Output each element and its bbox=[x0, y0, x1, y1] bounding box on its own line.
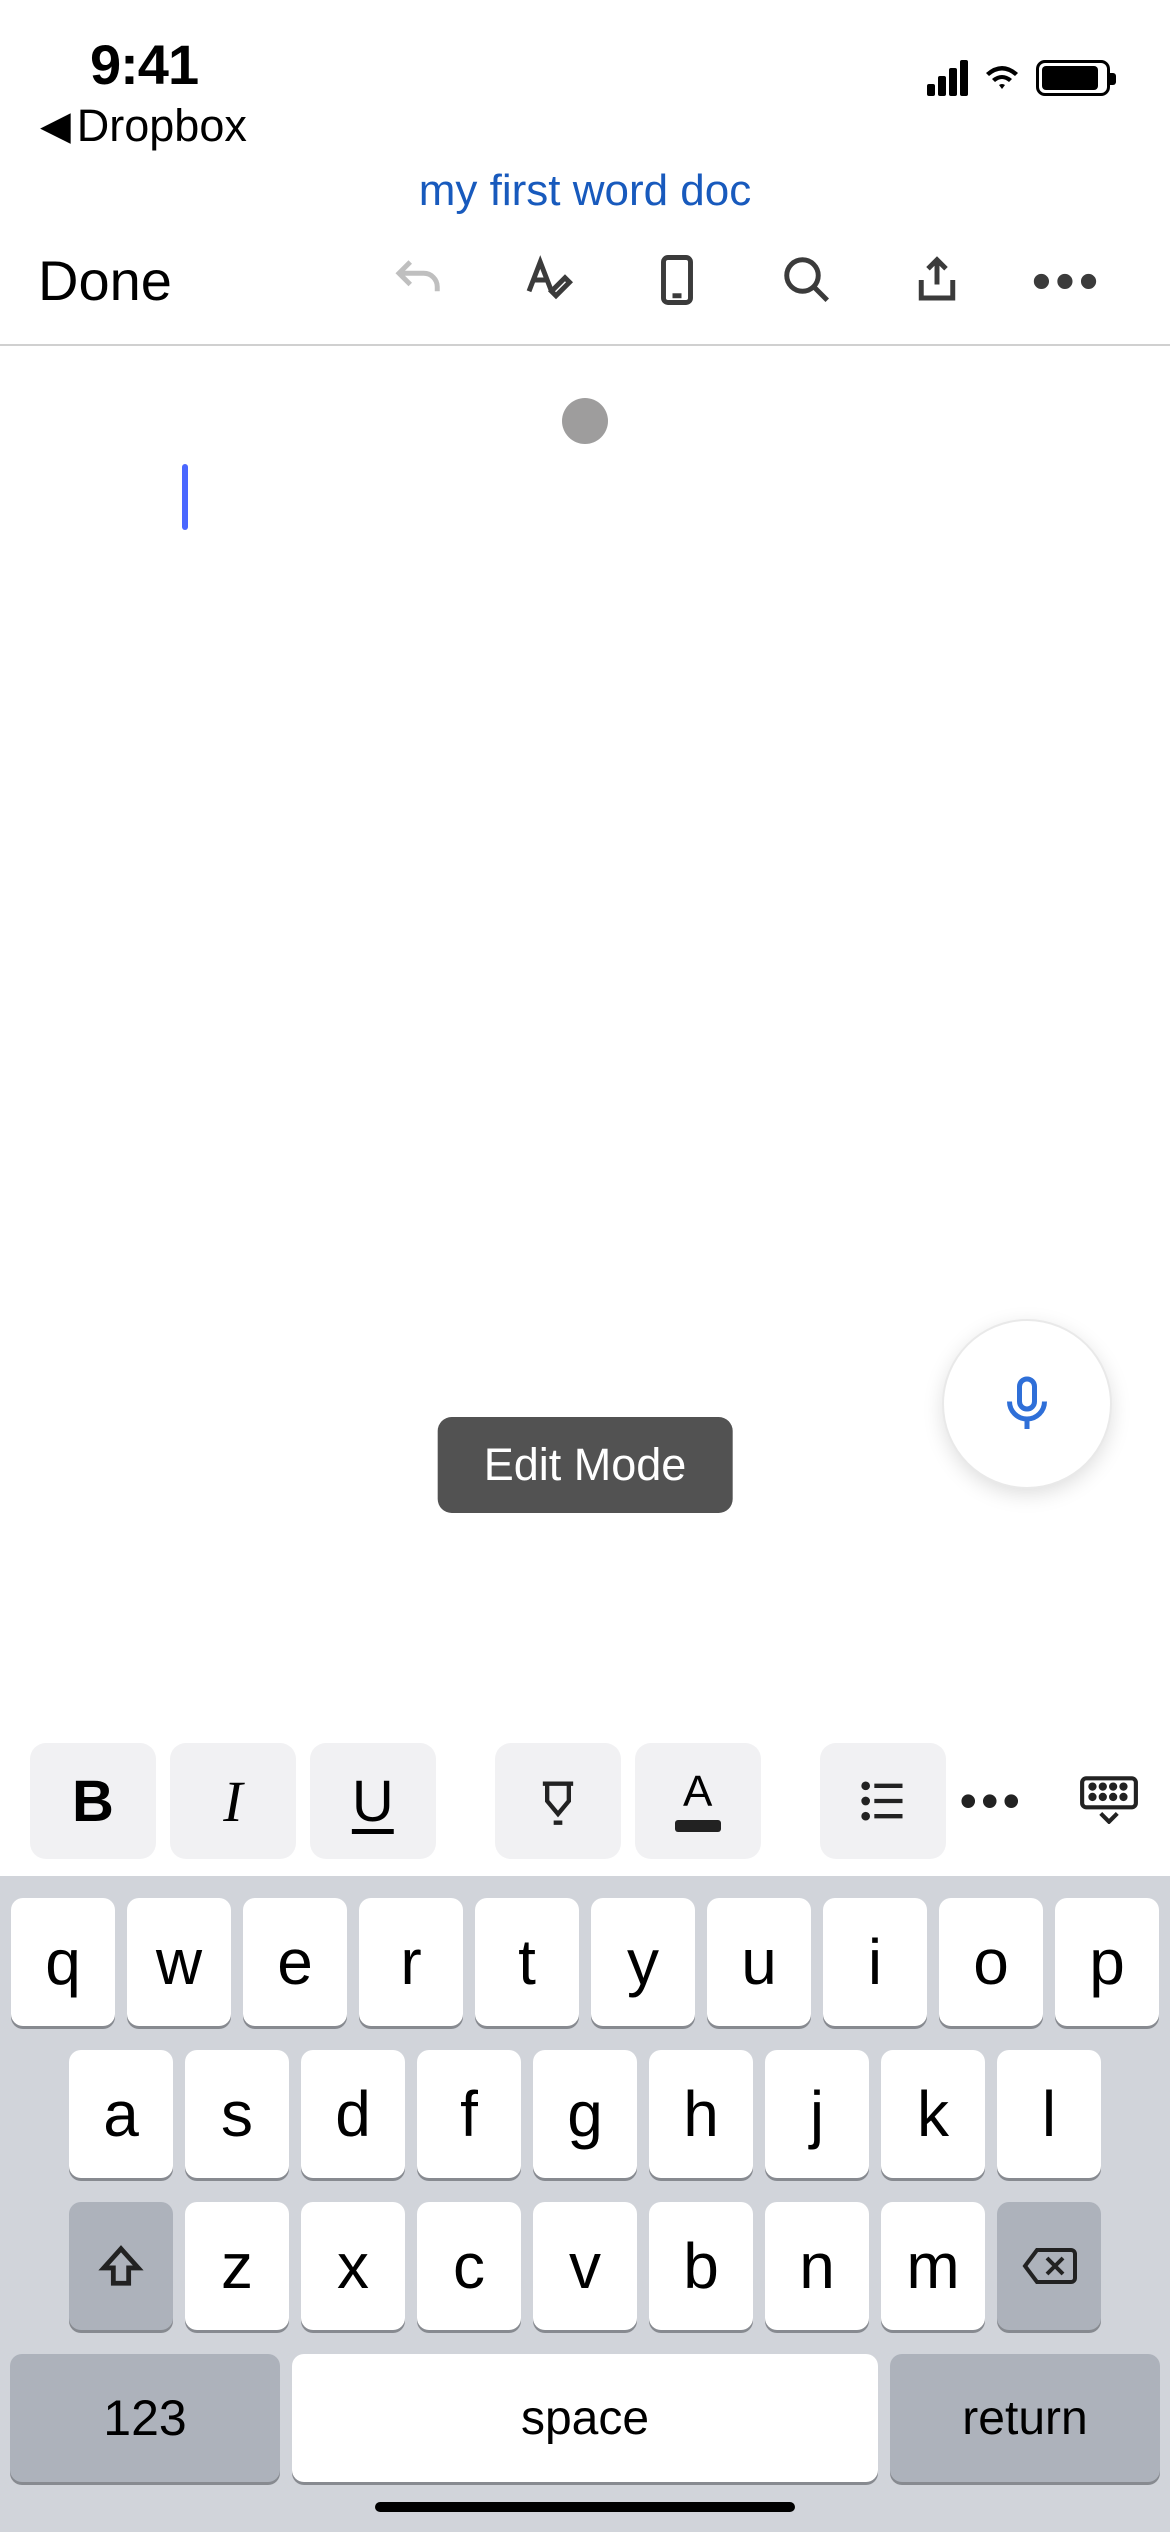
hide-keyboard-button[interactable] bbox=[1078, 1774, 1140, 1829]
key-j[interactable]: j bbox=[765, 2050, 869, 2178]
back-to-app-link[interactable]: ◀ Dropbox bbox=[40, 100, 247, 152]
key-shift[interactable] bbox=[69, 2202, 173, 2330]
key-v[interactable]: v bbox=[533, 2202, 637, 2330]
italic-button[interactable]: I bbox=[170, 1743, 296, 1859]
key-d[interactable]: d bbox=[301, 2050, 405, 2178]
battery-icon bbox=[1036, 60, 1110, 96]
key-c[interactable]: c bbox=[417, 2202, 521, 2330]
key-n[interactable]: n bbox=[765, 2202, 869, 2330]
status-time: 9:41 bbox=[90, 32, 198, 97]
style-icon bbox=[520, 253, 574, 307]
search-icon bbox=[780, 253, 834, 307]
back-caret-icon: ◀ bbox=[40, 103, 71, 149]
bold-button[interactable]: B bbox=[30, 1743, 156, 1859]
highlight-button[interactable] bbox=[495, 1743, 621, 1859]
keyboard: q w e r t y u i o p a s d f g h j k l z … bbox=[0, 1876, 1170, 2532]
format-more-button[interactable]: ••• bbox=[960, 1772, 1025, 1830]
status-indicators bbox=[927, 60, 1110, 96]
font-color-button[interactable]: A bbox=[635, 1743, 761, 1859]
text-cursor bbox=[182, 464, 188, 530]
back-app-name: Dropbox bbox=[77, 100, 247, 152]
key-p[interactable]: p bbox=[1055, 1898, 1159, 2026]
key-l[interactable]: l bbox=[997, 2050, 1101, 2178]
key-k[interactable]: k bbox=[881, 2050, 985, 2178]
document-canvas[interactable]: Edit Mode bbox=[0, 346, 1170, 1726]
more-icon: ••• bbox=[1032, 248, 1103, 313]
key-backspace[interactable] bbox=[997, 2202, 1101, 2330]
home-indicator[interactable] bbox=[375, 2502, 795, 2512]
keyboard-row-4: 123 space return bbox=[10, 2354, 1160, 2482]
key-return[interactable]: return bbox=[890, 2354, 1160, 2482]
highlight-icon bbox=[532, 1775, 584, 1827]
underline-button[interactable]: U bbox=[310, 1743, 436, 1859]
microphone-icon bbox=[997, 1374, 1057, 1434]
key-f[interactable]: f bbox=[417, 2050, 521, 2178]
key-m[interactable]: m bbox=[881, 2202, 985, 2330]
key-a[interactable]: a bbox=[69, 2050, 173, 2178]
keyboard-row-3: z x c v b n m bbox=[10, 2202, 1160, 2330]
mobile-view-button[interactable] bbox=[612, 253, 742, 307]
undo-button[interactable] bbox=[352, 253, 482, 307]
drag-handle[interactable] bbox=[562, 398, 608, 444]
backspace-icon bbox=[1021, 2244, 1077, 2288]
shift-icon bbox=[98, 2243, 144, 2289]
key-o[interactable]: o bbox=[939, 1898, 1043, 2026]
key-u[interactable]: u bbox=[707, 1898, 811, 2026]
wifi-icon bbox=[982, 63, 1022, 93]
key-numbers[interactable]: 123 bbox=[10, 2354, 280, 2482]
mode-toast: Edit Mode bbox=[438, 1417, 733, 1513]
key-e[interactable]: e bbox=[243, 1898, 347, 2026]
key-h[interactable]: h bbox=[649, 2050, 753, 2178]
key-i[interactable]: i bbox=[823, 1898, 927, 2026]
keyboard-row-1: q w e r t y u i o p bbox=[10, 1898, 1160, 2026]
key-w[interactable]: w bbox=[127, 1898, 231, 2026]
share-icon bbox=[910, 253, 964, 307]
format-toolbar: B I U A ••• bbox=[0, 1726, 1170, 1876]
key-x[interactable]: x bbox=[301, 2202, 405, 2330]
key-g[interactable]: g bbox=[533, 2050, 637, 2178]
key-t[interactable]: t bbox=[475, 1898, 579, 2026]
key-q[interactable]: q bbox=[11, 1898, 115, 2026]
search-button[interactable] bbox=[742, 253, 872, 307]
keyboard-row-2: a s d f g h j k l bbox=[10, 2050, 1160, 2178]
share-button[interactable] bbox=[872, 253, 1002, 307]
key-r[interactable]: r bbox=[359, 1898, 463, 2026]
key-z[interactable]: z bbox=[185, 2202, 289, 2330]
key-s[interactable]: s bbox=[185, 2050, 289, 2178]
list-button[interactable] bbox=[820, 1743, 946, 1859]
key-b[interactable]: b bbox=[649, 2202, 753, 2330]
undo-icon bbox=[390, 253, 444, 307]
key-y[interactable]: y bbox=[591, 1898, 695, 2026]
cellular-icon bbox=[927, 60, 968, 96]
dictate-button[interactable] bbox=[944, 1321, 1110, 1487]
font-color-icon: A bbox=[675, 1770, 721, 1832]
done-button[interactable]: Done bbox=[38, 248, 172, 313]
mobile-view-icon bbox=[650, 253, 704, 307]
document-title[interactable]: my first word doc bbox=[0, 166, 1170, 216]
list-icon bbox=[857, 1775, 909, 1827]
style-button[interactable] bbox=[482, 253, 612, 307]
status-bar: 9:41 ◀ Dropbox bbox=[0, 0, 1170, 140]
hide-keyboard-icon bbox=[1078, 1774, 1140, 1824]
more-button[interactable]: ••• bbox=[1002, 248, 1132, 313]
toolbar: Done ••• bbox=[0, 216, 1170, 346]
key-space[interactable]: space bbox=[292, 2354, 878, 2482]
